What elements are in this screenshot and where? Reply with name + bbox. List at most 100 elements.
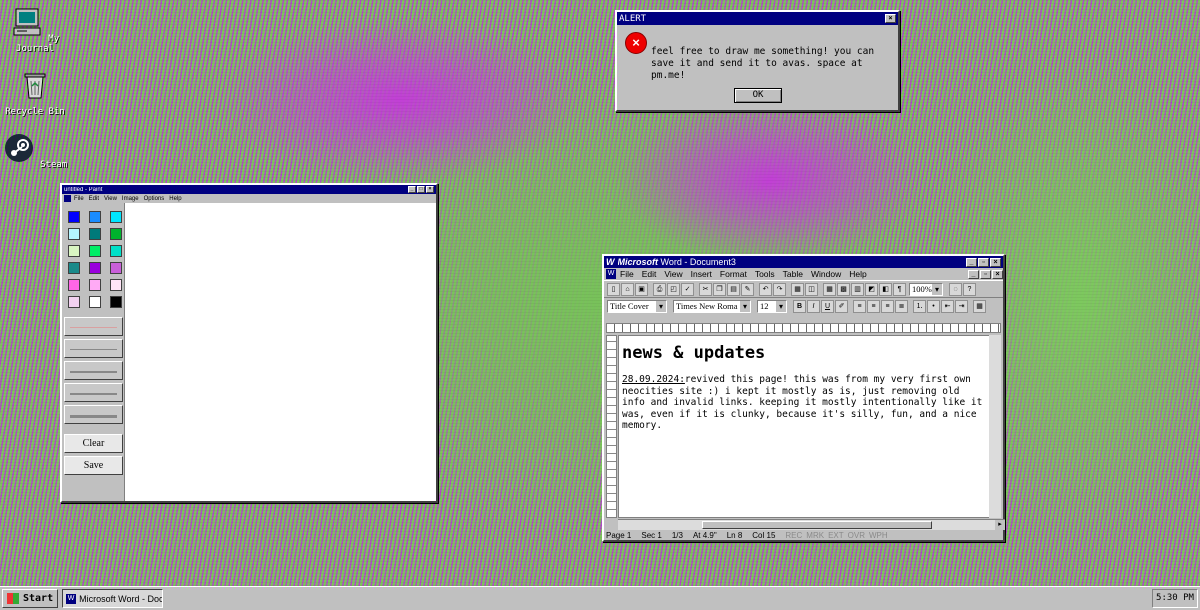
doc-minimize-icon[interactable]: _ <box>968 269 979 279</box>
minimize-icon[interactable]: _ <box>408 186 416 193</box>
menu-table[interactable]: Table <box>783 269 803 279</box>
menu-help[interactable]: Help <box>169 196 181 202</box>
color-swatch[interactable] <box>68 279 80 291</box>
color-swatch[interactable] <box>89 296 101 308</box>
color-swatch[interactable] <box>68 296 80 308</box>
insert-excel-icon[interactable]: ▩ <box>837 282 850 296</box>
brush-size-5[interactable] <box>64 405 123 424</box>
menu-edit[interactable]: Edit <box>89 196 99 202</box>
horizontal-scrollbar[interactable]: ▸ <box>618 519 1005 530</box>
spelling-icon[interactable]: ✓ <box>681 282 694 296</box>
zoom-select[interactable]: 100% <box>909 282 943 296</box>
save-button[interactable]: Save <box>64 456 123 475</box>
menu-format[interactable]: Format <box>720 269 747 279</box>
paste-icon[interactable]: ▤ <box>727 282 740 296</box>
brush-size-1[interactable] <box>64 317 123 336</box>
font-size-select[interactable]: 12 <box>757 300 787 313</box>
menu-view[interactable]: View <box>104 196 117 202</box>
redo-icon[interactable]: ↷ <box>773 282 786 296</box>
color-swatch[interactable] <box>110 262 122 274</box>
help-icon[interactable]: ? <box>963 282 976 296</box>
scroll-thumb[interactable] <box>702 521 932 529</box>
menu-view[interactable]: View <box>664 269 682 279</box>
autoformat-icon[interactable]: ▦ <box>791 282 804 296</box>
bullets-icon[interactable]: • <box>927 300 940 313</box>
color-swatch[interactable] <box>68 211 80 223</box>
brush-size-2[interactable] <box>64 339 123 358</box>
alert-titlebar[interactable]: ALERT × <box>617 12 898 25</box>
color-swatch[interactable] <box>110 228 122 240</box>
menu-window[interactable]: Window <box>811 269 841 279</box>
menu-file[interactable]: File <box>620 269 634 279</box>
print-icon[interactable]: ⎙ <box>653 282 666 296</box>
save-icon[interactable]: ▣ <box>635 282 648 296</box>
doc-restore-icon[interactable]: ▫ <box>980 269 991 279</box>
color-swatch[interactable] <box>68 262 80 274</box>
horizontal-ruler[interactable] <box>606 323 1001 333</box>
brush-size-3[interactable] <box>64 361 123 380</box>
new-icon[interactable]: ▯ <box>607 282 620 296</box>
document-page[interactable]: news & updates 28.09.2024:revived this p… <box>618 335 991 518</box>
minimize-icon[interactable]: _ <box>966 257 977 267</box>
color-swatch[interactable] <box>68 245 80 257</box>
columns-icon[interactable]: ▥ <box>851 282 864 296</box>
highlight-icon[interactable]: ✐ <box>835 300 848 313</box>
copy-icon[interactable]: ❐ <box>713 282 726 296</box>
underline-icon[interactable]: U <box>821 300 834 313</box>
desktop-icon-my-journal[interactable]: My Journal <box>0 6 70 54</box>
color-swatch[interactable] <box>89 279 101 291</box>
style-select[interactable]: Title Cover <box>607 300 667 313</box>
increase-indent-icon[interactable]: ⇥ <box>955 300 968 313</box>
close-icon[interactable]: × <box>426 186 434 193</box>
menu-edit[interactable]: Edit <box>642 269 657 279</box>
color-swatch[interactable] <box>89 262 101 274</box>
doc-close-icon[interactable]: × <box>992 269 1003 279</box>
color-swatch[interactable] <box>68 228 80 240</box>
status-mrk[interactable]: MRK <box>806 531 824 541</box>
borders-icon[interactable]: ▦ <box>973 300 986 313</box>
scroll-right-icon[interactable]: ▸ <box>995 520 1005 530</box>
format-painter-icon[interactable]: ✎ <box>741 282 754 296</box>
ok-button[interactable]: OK <box>734 88 782 103</box>
color-swatch[interactable] <box>110 279 122 291</box>
tip-icon[interactable]: ◌ <box>949 282 962 296</box>
color-swatch[interactable] <box>89 228 101 240</box>
decrease-indent-icon[interactable]: ⇤ <box>941 300 954 313</box>
status-ovr[interactable]: OVR <box>848 531 865 541</box>
close-icon[interactable]: × <box>885 14 896 23</box>
align-left-icon[interactable]: ≡ <box>853 300 866 313</box>
print-preview-icon[interactable]: ◰ <box>667 282 680 296</box>
color-swatch[interactable] <box>89 245 101 257</box>
drawing-icon[interactable]: ◩ <box>865 282 878 296</box>
menu-help[interactable]: Help <box>849 269 866 279</box>
menu-options[interactable]: Options <box>144 196 165 202</box>
clock[interactable]: 5:30 PM <box>1152 589 1198 608</box>
brush-size-4[interactable] <box>64 383 123 402</box>
cut-icon[interactable]: ✂ <box>699 282 712 296</box>
restore-icon[interactable]: ▫ <box>978 257 989 267</box>
document-icon[interactable]: W <box>606 269 616 279</box>
desktop-icon-recycle-bin[interactable]: Recycle Bin <box>0 69 70 117</box>
color-swatch[interactable] <box>110 245 122 257</box>
menu-file[interactable]: File <box>74 196 84 202</box>
desktop-icon-steam[interactable]: Steam <box>0 132 70 170</box>
align-center-icon[interactable]: ≡ <box>867 300 880 313</box>
show-hide-icon[interactable]: ¶ <box>893 282 906 296</box>
menu-image[interactable]: Image <box>122 196 139 202</box>
paint-canvas[interactable] <box>124 203 436 501</box>
paint-titlebar[interactable]: untitled - Paint _ □ × <box>62 185 436 194</box>
undo-icon[interactable]: ↶ <box>759 282 772 296</box>
status-rec[interactable]: REC <box>785 531 802 541</box>
start-button[interactable]: Start <box>2 589 59 608</box>
font-select[interactable]: Times New Roma <box>673 300 751 313</box>
status-wph[interactable]: WPH <box>869 531 888 541</box>
word-titlebar[interactable]: W Microsoft Word - Document3 _ ▫ × <box>604 256 1003 268</box>
status-ext[interactable]: EXT <box>828 531 844 541</box>
maximize-icon[interactable]: □ <box>417 186 425 193</box>
clear-button[interactable]: Clear <box>64 434 123 453</box>
bold-icon[interactable]: B <box>793 300 806 313</box>
color-swatch[interactable] <box>89 211 101 223</box>
taskbar-item-word[interactable]: W Microsoft Word - Doc... <box>62 589 164 608</box>
align-right-icon[interactable]: ≡ <box>881 300 894 313</box>
menu-tools[interactable]: Tools <box>755 269 775 279</box>
